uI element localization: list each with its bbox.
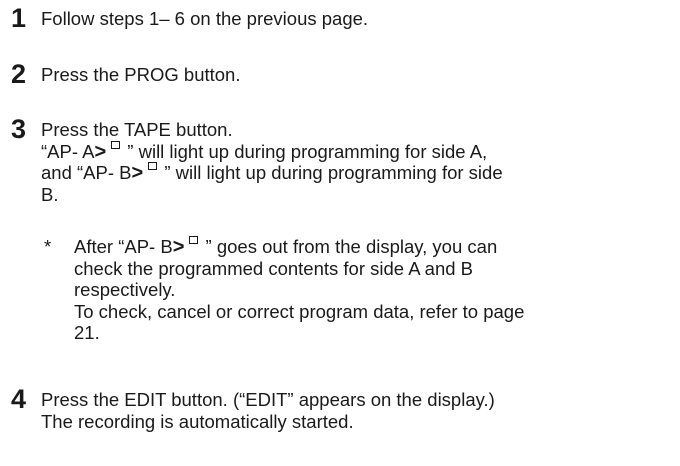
note-line: After “AP- B> ” goes out from the displa… [74,236,524,258]
step-line: Press the EDIT button. (“EDIT” appears o… [41,389,495,410]
note-line: respectively. [74,279,176,300]
manual-page: 1 Follow steps 1– 6 on the previous page… [0,0,680,466]
note-line: check the programmed contents for side A… [74,257,474,279]
step-text: Press the EDIT button. (“EDIT” appears o… [41,389,495,432]
gt-symbol: > [131,162,144,184]
step-line: and “AP- B> ” will light up during progr… [41,162,503,184]
record-square-icon [148,162,158,170]
text-segment: ” will light up during programming for s… [159,162,503,183]
text-segment: After “AP- B [74,236,173,257]
step-line: Follow steps 1– 6 on the previous page. [41,8,369,29]
note-line: 21. [74,322,100,343]
record-square-icon [189,236,199,244]
gt-symbol: > [94,140,107,163]
step-line: Press the TAPE button. [41,119,233,140]
gt-symbol: > [172,236,185,258]
step-line: B. [41,183,59,205]
step-text: Press the PROG button. [41,64,240,86]
note-text: After “AP- B> ” goes out from the displa… [74,236,524,344]
text-segment: ” goes out from the display, you can [200,236,498,257]
record-square-icon [111,140,121,149]
step-line: The recording is automatically started. [41,410,354,432]
step-number: 4 [11,384,27,414]
step-text: Follow steps 1– 6 on the previous page. [41,8,368,30]
step-line: “AP- A> ” will light up during programmi… [41,140,503,163]
text-segment: and “AP- B [41,162,132,183]
text-segment: “AP- A [41,140,95,162]
step-line: Press the PROG button. [41,64,241,85]
step-text: Press the TAPE button. “AP- A> ” will li… [41,119,503,205]
note-line: To check, cancel or correct program data… [74,300,525,322]
step-number: 2 [11,59,27,89]
text-segment: ” will light up during programming for s… [122,140,488,162]
step-number: 3 [11,114,27,144]
step-number: 1 [11,3,27,33]
note-marker: * [44,236,52,257]
